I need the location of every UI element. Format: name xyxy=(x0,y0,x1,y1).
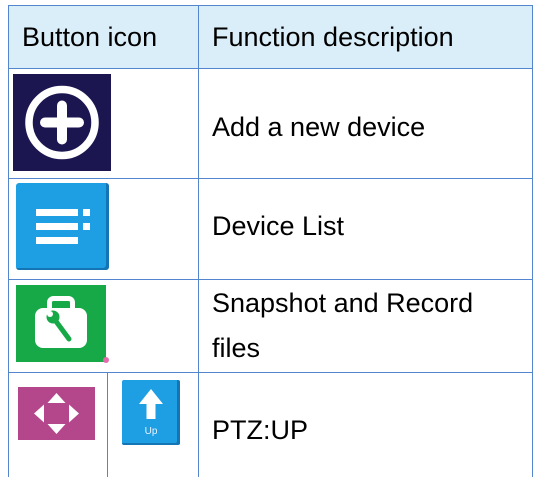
cell-divider xyxy=(107,373,108,477)
toolbox-wrench-icon xyxy=(35,296,87,348)
description-text: Add a new device xyxy=(212,111,426,142)
column-header-function-description: Function description xyxy=(212,21,454,52)
description-text-line-1: Snapshot and Record xyxy=(212,288,474,318)
description-cell: Snapshot and Record files xyxy=(198,280,532,372)
description-cell: Add a new device xyxy=(198,69,532,178)
up-label: Up xyxy=(144,426,158,437)
table-row: Snapshot and Record files xyxy=(8,279,533,372)
icon-cell: Up xyxy=(9,373,198,477)
description-cell: Device List xyxy=(198,179,532,279)
corner-dot xyxy=(103,357,109,363)
column-header-button-icon: Button icon xyxy=(22,21,158,52)
icon-cell xyxy=(9,179,198,279)
add-device-button-icon xyxy=(13,74,111,171)
device-list-button-icon xyxy=(16,183,109,270)
list-icon xyxy=(36,209,90,244)
icon-cell xyxy=(9,69,198,178)
table-row: Add a new device xyxy=(8,68,533,178)
header-cell-function-description: Function description xyxy=(198,6,532,68)
description-text-line-2: files xyxy=(212,333,261,363)
plus-circle-icon xyxy=(25,85,99,160)
description-cell: PTZ:UP xyxy=(198,373,532,477)
header-cell-button-icon: Button icon xyxy=(9,6,198,68)
files-button-icon xyxy=(16,285,106,362)
description-text: Device List xyxy=(212,210,345,241)
table-header-row: Button icon Function description xyxy=(8,5,533,68)
table-row: Up PTZ:UP xyxy=(8,372,533,477)
ptz-button-icon xyxy=(18,387,95,440)
ptz-up-button-icon: Up xyxy=(122,380,180,445)
four-way-arrows-icon xyxy=(34,393,79,434)
icon-cell xyxy=(9,280,198,372)
description-text: PTZ:UP xyxy=(212,415,309,445)
table-row: Device List xyxy=(8,178,533,279)
